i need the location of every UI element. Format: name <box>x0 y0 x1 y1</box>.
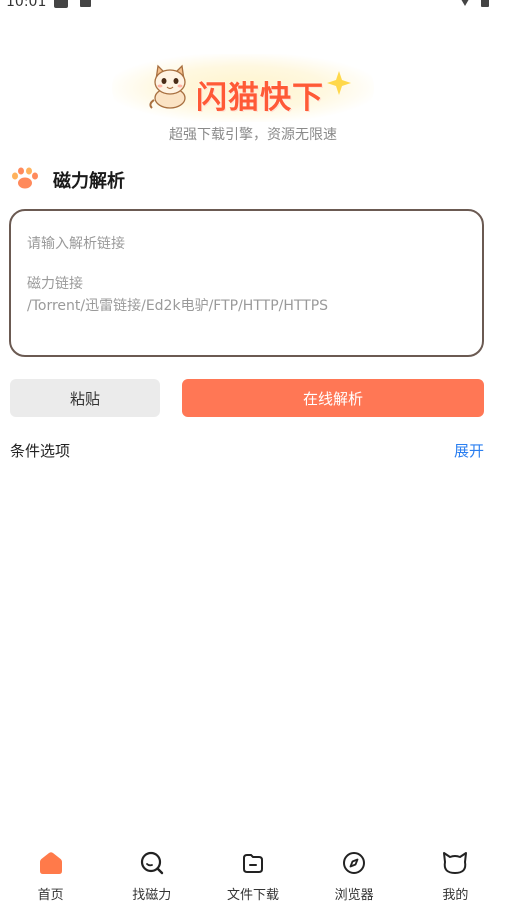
app-logo-title: 闪猫快下 <box>196 80 324 116</box>
section-header: 磁力解析 <box>11 166 125 194</box>
folder-icon <box>240 848 266 878</box>
paste-button[interactable]: 粘贴 <box>10 379 160 417</box>
options-label: 条件选项 <box>10 442 71 460</box>
nav-label-home: 首页 <box>37 888 64 903</box>
paw-icon <box>11 166 39 194</box>
wifi-icon <box>458 0 472 6</box>
input-hint-line1: 磁力链接 <box>27 276 83 292</box>
input-placeholder: 请输入解析链接 <box>27 236 125 252</box>
parse-button[interactable]: 在线解析 <box>182 379 484 417</box>
battery-icon <box>481 0 489 7</box>
nav-item-file-download[interactable]: 文件下载 <box>208 840 298 903</box>
nav-item-mine[interactable]: 我的 <box>410 840 500 903</box>
nav-label-browser: 浏览器 <box>334 888 374 903</box>
nav-label-file-download: 文件下载 <box>226 888 279 903</box>
nav-item-home[interactable]: 首页 <box>6 840 96 903</box>
search-icon <box>139 848 165 878</box>
link-input[interactable]: 请输入解析链接 磁力链接 /Torrent/迅雷链接/Ed2k电驴/FTP/HT… <box>9 209 484 357</box>
sparkle-icon <box>326 70 352 100</box>
notification-icon <box>54 0 68 8</box>
cat-mascot-icon <box>146 60 194 114</box>
app-notification-icon <box>80 0 91 7</box>
nav-item-find-magnet[interactable]: 找磁力 <box>107 840 197 903</box>
cat-face-icon <box>441 848 469 878</box>
section-title: 磁力解析 <box>53 171 125 192</box>
compass-icon <box>341 848 367 878</box>
app-tagline: 超强下载引擎，资源无限速 <box>169 127 337 143</box>
nav-label-find-magnet: 找磁力 <box>132 888 172 903</box>
bottom-nav: 首页 找磁力 文件下载 浏览器 我的 <box>0 840 506 911</box>
status-time: 10:01 <box>6 0 47 10</box>
home-icon <box>38 848 64 878</box>
app-screen: 10:01 闪猫快下 超强下载引擎，资源无限速 磁力解析 请输入解析链接 磁力链… <box>0 0 506 911</box>
input-hint-line2: /Torrent/迅雷链接/Ed2k电驴/FTP/HTTP/HTTPS <box>27 298 329 314</box>
nav-label-mine: 我的 <box>442 888 469 903</box>
expand-options-link[interactable]: 展开 <box>454 440 484 461</box>
status-bar: 10:01 <box>0 0 506 16</box>
nav-item-browser[interactable]: 浏览器 <box>309 840 399 903</box>
